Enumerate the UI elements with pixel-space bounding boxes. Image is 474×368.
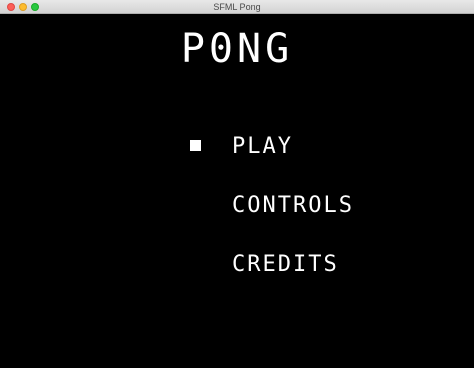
title-bar[interactable]: SFML Pong [0,0,474,14]
app-window: SFML Pong P0NG PLAY CONTROLS CREDITS [0,0,474,368]
game-title: P0NG [180,26,294,72]
menu-item-credits[interactable]: CREDITS [232,252,339,278]
game-canvas[interactable]: P0NG PLAY CONTROLS CREDITS [0,14,474,368]
square-selector-icon [190,140,201,151]
menu-item-controls[interactable]: CONTROLS [232,193,354,219]
window-title: SFML Pong [213,2,261,12]
menu-item-play[interactable]: PLAY [232,134,293,160]
